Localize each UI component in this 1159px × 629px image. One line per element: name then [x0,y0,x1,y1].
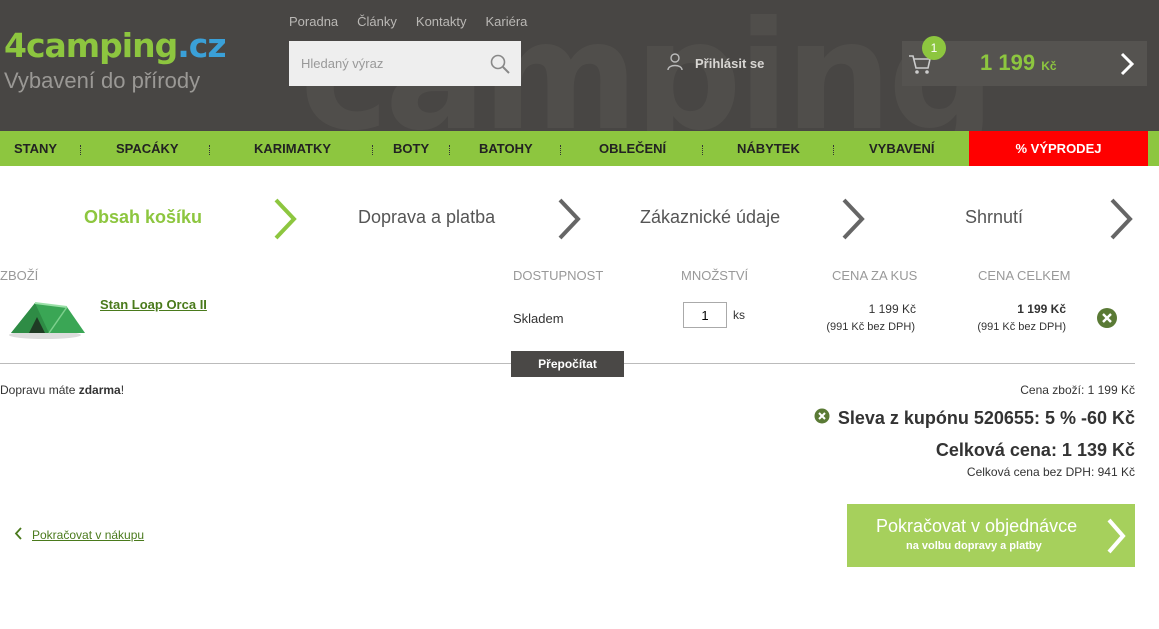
site-header: camping 4camping.cz Vybavení do přírody … [0,0,1159,131]
chevron-right-icon[interactable] [1119,51,1135,82]
unit-price: 1 199 Kč [868,302,916,316]
chevron-right-icon [1108,196,1134,247]
nav-separator [209,145,210,155]
total-price-summary: Celková cena: 1 139 Kč [935,440,1135,460]
column-header-goods: ZBOŽÍ [0,268,39,283]
nav-item-vybaveni[interactable]: VYBAVENÍ [869,131,935,166]
cart-price: 1 199 Kč [980,50,1057,75]
remove-item-icon[interactable] [1096,307,1118,334]
nav-item-nabytek[interactable]: NÁBYTEK [737,131,800,166]
login-label: Přihlásit se [695,56,765,71]
cart-count-badge: 1 [922,36,946,60]
search-icon[interactable] [489,53,511,75]
chevron-right-icon [272,196,298,247]
search-input[interactable] [289,41,479,86]
continue-order-button[interactable]: Pokračovat v objednávce na volbu dopravy… [847,504,1135,567]
column-header-unit-price: CENA ZA KUS [832,268,918,283]
top-link-poradna[interactable]: Poradna [289,14,338,29]
nav-separator [372,145,373,155]
availability-status: Skladem [513,311,564,326]
top-link-kontakty[interactable]: Kontakty [416,14,467,29]
chevron-right-icon [1105,516,1127,559]
continue-order-label: Pokračovat v objednávce [876,516,1078,536]
column-header-quantity: MNOŽSTVÍ [681,268,749,283]
nav-item-karimatky[interactable]: KARIMATKY [254,131,331,166]
total-price: 1 199 Kč [1017,302,1066,316]
top-link-clanky[interactable]: Články [357,14,397,29]
nav-item-vyprodej[interactable]: % VÝPRODEJ [969,131,1148,166]
top-link-kariera[interactable]: Kariéra [486,14,528,29]
step-shipping-payment: Doprava a platba [358,207,496,227]
product-image[interactable] [5,295,89,341]
coupon-discount: Sleva z kupónu 520655: 5 % -60 Kč [814,408,1135,429]
nav-separator [702,145,703,155]
nav-separator [833,145,834,155]
nav-item-obleceni[interactable]: OBLEČENÍ [599,131,666,166]
total-price-ex-vat-summary: Celková cena bez DPH: 941 Kč [966,465,1135,479]
step-cart-contents: Obsah košíku [84,207,203,227]
cart-summary[interactable]: 1 1 199 Kč [902,36,1147,86]
remove-coupon-icon[interactable] [814,408,830,429]
user-icon [667,53,683,74]
chevron-right-icon [840,196,866,247]
step-summary: Shrnutí [965,207,1024,227]
continue-order-sublabel: na volbu dopravy a platby [906,540,1042,552]
step-customer-details: Zákaznické údaje [640,207,781,227]
chevron-left-icon [14,527,22,543]
top-links: Poradna Články Kontakty Kariéra [289,14,527,29]
quantity-input[interactable] [683,302,727,328]
login-link[interactable]: Přihlásit se [667,53,764,74]
search-box [289,41,521,86]
column-header-total-price: CENA CELKEM [978,268,1071,283]
free-shipping-note: Dopravu máte zdarma! [0,383,125,397]
goods-price: Cena zboží: 1 199 Kč [1020,383,1135,397]
quantity-unit: ks [733,308,745,322]
unit-price-ex-vat: (991 Kč bez DPH) [826,321,915,333]
nav-item-stany[interactable]: STANY [14,131,57,166]
total-price-ex-vat: (991 Kč bez DPH) [977,321,1066,333]
nav-separator [80,145,81,155]
nav-separator [560,145,561,155]
product-name-link[interactable]: Stan Loap Orca II [100,297,207,312]
nav-separator [449,145,450,155]
coupon-label: Sleva z kupónu 520655: 5 % -60 Kč [837,408,1135,428]
recalculate-button[interactable]: Přepočítat [511,351,624,377]
nav-item-spacaky[interactable]: SPACÁKY [116,131,179,166]
site-logo[interactable]: 4camping.cz Vybavení do přírody [4,26,227,94]
chevron-right-icon [556,196,582,247]
logo-tagline: Vybavení do přírody [4,68,201,93]
column-header-availability: DOSTUPNOST [513,268,604,283]
continue-shopping-label: Pokračovat v nákupu [32,528,145,542]
logo-wordmark: 4camping.cz [4,26,227,65]
nav-item-batohy[interactable]: BATOHY [479,131,533,166]
nav-item-boty[interactable]: BOTY [393,131,429,166]
continue-shopping-link[interactable]: Pokračovat v nákupu [14,527,144,543]
